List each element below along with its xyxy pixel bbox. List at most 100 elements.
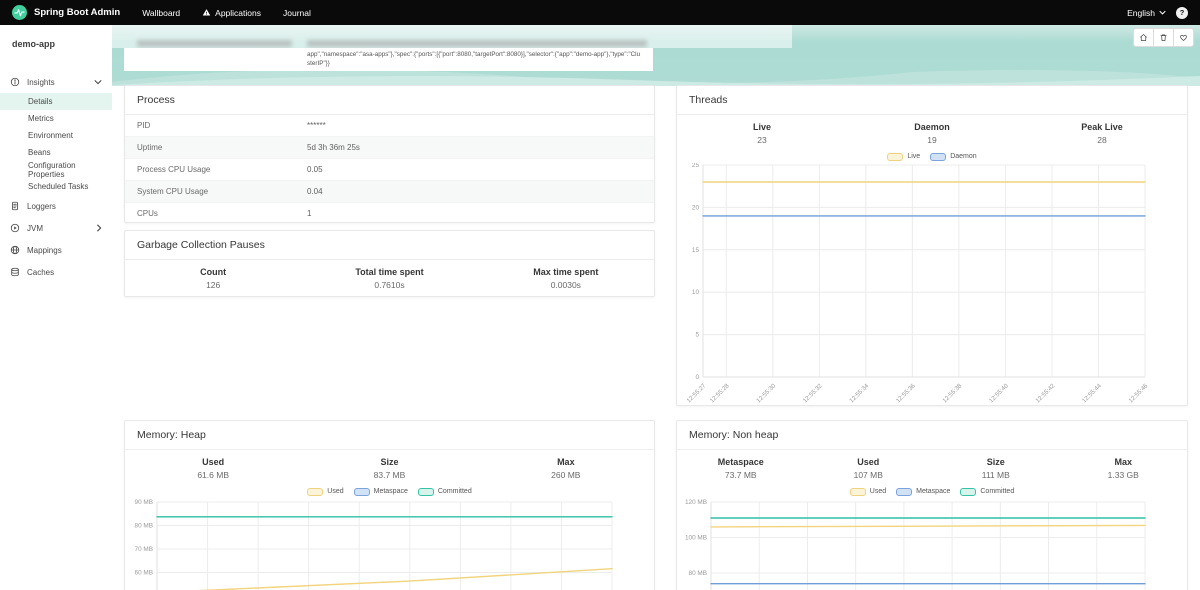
legend-used[interactable]: Used	[307, 488, 343, 496]
legend-metaspace[interactable]: Metaspace	[354, 488, 408, 496]
process-card-title: Process	[125, 86, 654, 115]
stat-value: 107 MB	[805, 470, 933, 480]
svg-text:12:55:36: 12:55:36	[895, 382, 917, 404]
svg-text:12:55:32: 12:55:32	[802, 382, 824, 404]
home-button[interactable]	[1133, 28, 1154, 47]
sidebar-item-metrics[interactable]: Metrics	[0, 110, 112, 127]
svg-text:20: 20	[692, 204, 700, 211]
app-name: demo-app	[0, 25, 112, 49]
stat-value: 111 MB	[932, 470, 1060, 480]
svg-text:12:55:28: 12:55:28	[709, 382, 731, 404]
legend-committed[interactable]: Committed	[418, 488, 472, 496]
stat-value: 28	[1017, 135, 1187, 145]
row-label: System CPU Usage	[125, 187, 208, 196]
memory_heap-stat-max: Max 260 MB	[478, 457, 654, 480]
help-button[interactable]: ?	[1176, 7, 1188, 19]
legend-metaspace[interactable]: Metaspace	[896, 488, 950, 496]
warning-icon	[202, 8, 211, 17]
sidebar-item-label: Caches	[27, 268, 54, 277]
svg-text:70 MB: 70 MB	[135, 546, 153, 553]
chevron-down-icon	[94, 79, 102, 85]
legend-daemon[interactable]: Daemon	[930, 153, 976, 161]
sidebar-item-beans[interactable]: Beans	[0, 144, 112, 161]
gc-pauses-card: Garbage Collection Pauses Count 126Total …	[124, 230, 655, 297]
threads-stat-daemon: Daemon19	[847, 122, 1017, 145]
stat-value: 0.7610s	[301, 280, 477, 290]
loggers-icon	[10, 201, 20, 211]
sidebar-item-details[interactable]: Details	[0, 93, 112, 110]
sidebar-item-caches[interactable]: Caches	[0, 261, 112, 283]
threads-chart: 252015105012:55:2712:55:2812:55:3012:55:…	[677, 163, 1187, 415]
memory-heap-chart: 90 MB80 MB70 MB60 MB50 MB	[125, 498, 654, 590]
memory_nonheap-stat-used: Used107 MB	[805, 457, 933, 480]
sidebar-item-mappings[interactable]: Mappings	[0, 239, 112, 261]
svg-text:80 MB: 80 MB	[135, 523, 153, 530]
heart-button[interactable]	[1173, 28, 1194, 47]
gc-stat-total-time-spent: Total time spent 0.7610s	[301, 267, 477, 290]
redacted-text	[137, 40, 292, 47]
sidebar-item-insights[interactable]: Insights	[0, 71, 112, 93]
memory_nonheap-stat-max: Max1.33 GB	[1060, 457, 1188, 480]
svg-text:90 MB: 90 MB	[135, 499, 153, 506]
memory_heap-stat-used: Used61.6 MB	[125, 457, 301, 480]
stat-value: 61.6 MB	[125, 470, 301, 480]
sidebar-item-scheduled-tasks[interactable]: Scheduled Tasks	[0, 178, 112, 195]
svg-text:120 MB: 120 MB	[685, 499, 707, 506]
language-selector[interactable]: English	[1127, 8, 1166, 18]
memory_nonheap-stat-size: Size111 MB	[932, 457, 1060, 480]
stat-value: 19	[847, 135, 1017, 145]
stat-value: 126	[125, 280, 301, 290]
process-row-cpus: CPUs1	[125, 202, 654, 224]
sidebar-item-loggers[interactable]: Loggers	[0, 195, 112, 217]
svg-text:12:55:44: 12:55:44	[1081, 382, 1103, 404]
sidebar-item-label: Beans	[28, 148, 51, 157]
legend-committed[interactable]: Committed	[960, 488, 1014, 496]
legend-used[interactable]: Used	[850, 488, 886, 496]
legend-label: Committed	[438, 488, 472, 495]
stat-label: Max	[478, 457, 654, 467]
memory-nonheap-chart: 120 MB100 MB80 MB	[677, 498, 1187, 590]
sidebar-item-environment[interactable]: Environment	[0, 127, 112, 144]
brand-title: Spring Boot Admin	[34, 7, 120, 18]
info-icon	[10, 77, 20, 87]
memory_nonheap-stat-metaspace: Metaspace73.7 MB	[677, 457, 805, 480]
nav-item-label: Journal	[283, 8, 311, 18]
sidebar-item-label: Metrics	[28, 114, 54, 123]
legend-label: Live	[907, 153, 920, 160]
memory-nonheap-card-title: Memory: Non heap	[677, 421, 1187, 450]
legend-live[interactable]: Live	[887, 153, 920, 161]
legend-label: Metaspace	[916, 488, 950, 495]
sidebar-item-jvm[interactable]: JVM	[0, 217, 112, 239]
stat-label: Count	[125, 267, 301, 277]
trash-button[interactable]	[1153, 28, 1174, 47]
stat-label: Total time spent	[301, 267, 477, 277]
process-row-process-cpu-usage: Process CPU Usage0.05	[125, 158, 654, 180]
nav-item-journal[interactable]: Journal	[283, 8, 311, 18]
sidebar-item-configuration-properties[interactable]: Configuration Properties	[0, 161, 112, 178]
memory-nonheap-card: Memory: Non heap Metaspace73.7 MBUsed107…	[676, 420, 1188, 590]
svg-text:60 MB: 60 MB	[135, 570, 153, 577]
process-row-pid: PID******	[125, 115, 654, 136]
gc-stat-count: Count 126	[125, 267, 301, 290]
nav-item-applications[interactable]: Applications	[202, 8, 261, 18]
stat-value: 260 MB	[478, 470, 654, 480]
chevron-right-icon	[96, 224, 102, 232]
sidebar-item-label: Scheduled Tasks	[28, 182, 88, 191]
process-row-system-cpu-usage: System CPU Usage0.04	[125, 180, 654, 202]
row-label: Uptime	[125, 143, 162, 152]
row-label: Process CPU Usage	[125, 165, 210, 174]
process-card: Process PID****** Uptime 5d 3h 36m 25s Proc…	[124, 85, 655, 223]
legend-label: Used	[327, 488, 343, 495]
memory-heap-card: Memory: Heap Used61.6 MBSize83.7 MBMax26…	[124, 420, 655, 590]
nav-item-wallboard[interactable]: Wallboard	[142, 8, 180, 18]
gc-card-title: Garbage Collection Pauses	[125, 231, 654, 260]
sidebar-item-label: Mappings	[27, 246, 62, 255]
row-value: 5d 3h 36m 25s	[307, 143, 360, 152]
row-value: 1	[307, 209, 311, 218]
stat-value: 23	[677, 135, 847, 145]
svg-text:25: 25	[692, 163, 700, 169]
legend-label: Committed	[980, 488, 1014, 495]
stat-value: 83.7 MB	[301, 470, 477, 480]
legend-swatch	[307, 488, 323, 496]
stat-label: Peak Live	[1017, 122, 1187, 132]
